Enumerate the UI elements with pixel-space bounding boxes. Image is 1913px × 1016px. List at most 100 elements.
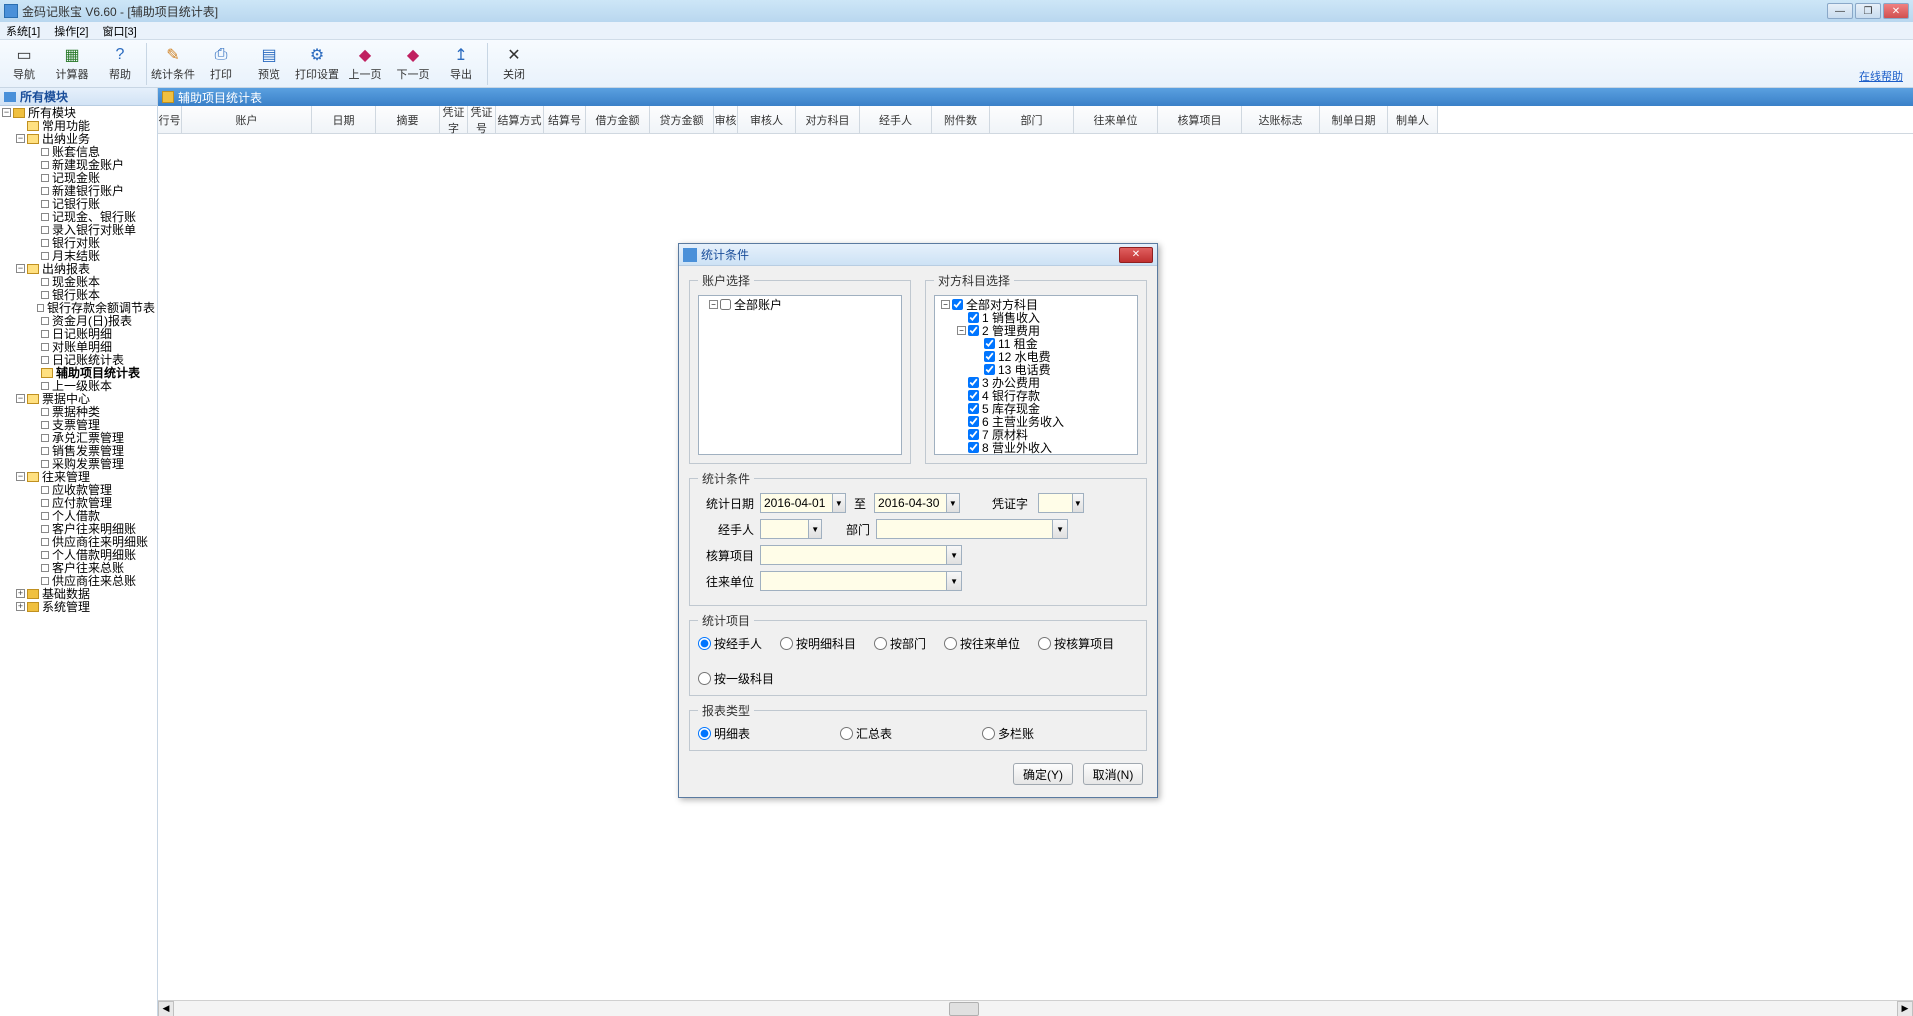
column-header[interactable]: 结算号 bbox=[544, 106, 586, 133]
subject-checkbox[interactable] bbox=[968, 416, 979, 427]
dropdown-icon[interactable]: ▼ bbox=[832, 494, 845, 512]
subject-checkbox[interactable] bbox=[968, 325, 979, 336]
stat-project-radio[interactable] bbox=[944, 637, 957, 650]
voucher-combo[interactable]: ▼ bbox=[1038, 493, 1084, 513]
menu-item[interactable]: 系统[1] bbox=[6, 23, 40, 39]
subject-checkbox[interactable] bbox=[968, 442, 979, 453]
expand-icon[interactable]: − bbox=[709, 300, 718, 309]
dropdown-icon[interactable]: ▼ bbox=[946, 494, 959, 512]
report-type-option[interactable]: 汇总表 bbox=[840, 725, 892, 742]
menu-item[interactable]: 操作[2] bbox=[54, 23, 88, 39]
stat-project-option[interactable]: 按一级科目 bbox=[698, 670, 774, 687]
stat-project-radio[interactable] bbox=[1038, 637, 1051, 650]
subject-checkbox[interactable] bbox=[968, 429, 979, 440]
column-header[interactable]: 结算方式 bbox=[496, 106, 544, 133]
stat-project-option[interactable]: 按明细科目 bbox=[780, 635, 856, 652]
scroll-track[interactable] bbox=[174, 1001, 1897, 1016]
ok-button[interactable]: 确定(Y) bbox=[1013, 763, 1073, 785]
dropdown-icon[interactable]: ▼ bbox=[946, 572, 961, 590]
tree-toggle-icon[interactable]: − bbox=[2, 108, 11, 117]
subject-node[interactable]: 6 主营业务收入 bbox=[937, 415, 1135, 428]
column-header[interactable]: 摘要 bbox=[376, 106, 440, 133]
tree-toggle-icon[interactable]: − bbox=[941, 300, 950, 309]
dept-input[interactable] bbox=[877, 520, 1052, 538]
tree-toggle-icon[interactable]: + bbox=[16, 589, 25, 598]
column-header[interactable]: 经手人 bbox=[860, 106, 932, 133]
dropdown-icon[interactable]: ▼ bbox=[1052, 520, 1067, 538]
toolbar-关闭-button[interactable]: ✕关闭 bbox=[490, 42, 538, 86]
subject-checkbox[interactable] bbox=[952, 299, 963, 310]
subject-node[interactable]: 8 营业外收入 bbox=[937, 441, 1135, 454]
column-header[interactable]: 往来单位 bbox=[1074, 106, 1158, 133]
stat-project-radio[interactable] bbox=[698, 672, 711, 685]
report-type-radio[interactable] bbox=[840, 727, 853, 740]
subject-checkbox[interactable] bbox=[968, 312, 979, 323]
toolbar-下一页-button[interactable]: ◆下一页 bbox=[389, 42, 437, 86]
toolbar-打印设置-button[interactable]: ⚙打印设置 bbox=[293, 42, 341, 86]
account-root-node[interactable]: − 全部账户 bbox=[701, 298, 899, 311]
stat-project-option[interactable]: 按经手人 bbox=[698, 635, 762, 652]
tree-toggle-icon[interactable]: + bbox=[16, 602, 25, 611]
date-to-combo[interactable]: ▼ bbox=[874, 493, 960, 513]
scroll-thumb[interactable] bbox=[949, 1002, 979, 1016]
toolbar-预览-button[interactable]: ▤预览 bbox=[245, 42, 293, 86]
toolbar-导出-button[interactable]: ↥导出 bbox=[437, 42, 485, 86]
subject-checkbox[interactable] bbox=[968, 377, 979, 388]
column-header[interactable]: 审核 bbox=[714, 106, 738, 133]
toolbar-统计条件-button[interactable]: ✎统计条件 bbox=[149, 42, 197, 86]
dropdown-icon[interactable]: ▼ bbox=[1072, 494, 1083, 512]
date-to-input[interactable] bbox=[875, 494, 946, 512]
date-from-input[interactable] bbox=[761, 494, 832, 512]
item-combo[interactable]: ▼ bbox=[760, 545, 962, 565]
column-header[interactable]: 凭证字 bbox=[440, 106, 468, 133]
tree-toggle-icon[interactable]: − bbox=[957, 326, 966, 335]
handler-input[interactable] bbox=[761, 520, 808, 538]
column-header[interactable]: 核算项目 bbox=[1158, 106, 1242, 133]
minimize-button[interactable]: — bbox=[1827, 3, 1853, 19]
column-header[interactable]: 日期 bbox=[312, 106, 376, 133]
stat-project-option[interactable]: 按往来单位 bbox=[944, 635, 1020, 652]
nav-node[interactable]: +系统管理 bbox=[0, 600, 157, 613]
scroll-left-button[interactable]: ◀ bbox=[158, 1001, 174, 1016]
column-header[interactable]: 达账标志 bbox=[1242, 106, 1320, 133]
stat-project-radio[interactable] bbox=[698, 637, 711, 650]
account-root-checkbox[interactable] bbox=[720, 299, 731, 310]
tree-toggle-icon[interactable]: − bbox=[16, 264, 25, 273]
horizontal-scrollbar[interactable]: ◀ ▶ bbox=[158, 1000, 1913, 1016]
column-header[interactable]: 贷方金额 bbox=[650, 106, 714, 133]
scroll-right-button[interactable]: ▶ bbox=[1897, 1001, 1913, 1016]
stat-project-radio[interactable] bbox=[874, 637, 887, 650]
subject-checkbox[interactable] bbox=[984, 338, 995, 349]
menu-item[interactable]: 窗口[3] bbox=[102, 23, 136, 39]
toolbar-打印-button[interactable]: ⎙打印 bbox=[197, 42, 245, 86]
column-header[interactable]: 部门 bbox=[990, 106, 1074, 133]
tree-toggle-icon[interactable]: − bbox=[16, 394, 25, 403]
toolbar-帮助-button[interactable]: ?帮助 bbox=[96, 42, 144, 86]
column-header[interactable]: 行号 bbox=[158, 106, 182, 133]
item-input[interactable] bbox=[761, 546, 946, 564]
close-button[interactable]: ✕ bbox=[1883, 3, 1909, 19]
online-help-link[interactable]: 在线帮助 bbox=[1859, 68, 1903, 84]
stat-project-option[interactable]: 按核算项目 bbox=[1038, 635, 1114, 652]
report-type-option[interactable]: 多栏账 bbox=[982, 725, 1034, 742]
column-header[interactable]: 凭证号 bbox=[468, 106, 496, 133]
toolbar-导航-button[interactable]: ▭导航 bbox=[0, 42, 48, 86]
report-type-option[interactable]: 明细表 bbox=[698, 725, 750, 742]
unit-combo[interactable]: ▼ bbox=[760, 571, 962, 591]
column-header[interactable]: 账户 bbox=[182, 106, 312, 133]
unit-input[interactable] bbox=[761, 572, 946, 590]
dropdown-icon[interactable]: ▼ bbox=[808, 520, 821, 538]
column-header[interactable]: 制单人 bbox=[1388, 106, 1438, 133]
subject-tree[interactable]: −全部对方科目1 销售收入−2 管理费用11 租金12 水电费13 电话费3 办… bbox=[934, 295, 1138, 455]
dropdown-icon[interactable]: ▼ bbox=[946, 546, 961, 564]
stat-project-option[interactable]: 按部门 bbox=[874, 635, 926, 652]
dialog-close-button[interactable]: ✕ bbox=[1119, 247, 1153, 263]
date-from-combo[interactable]: ▼ bbox=[760, 493, 846, 513]
tree-toggle-icon[interactable]: − bbox=[16, 134, 25, 143]
tree-toggle-icon[interactable]: − bbox=[16, 472, 25, 481]
report-type-radio[interactable] bbox=[698, 727, 711, 740]
stat-project-radio[interactable] bbox=[780, 637, 793, 650]
column-header[interactable]: 附件数 bbox=[932, 106, 990, 133]
sidebar-header[interactable]: 所有模块 bbox=[0, 88, 157, 106]
column-header[interactable]: 审核人 bbox=[738, 106, 796, 133]
